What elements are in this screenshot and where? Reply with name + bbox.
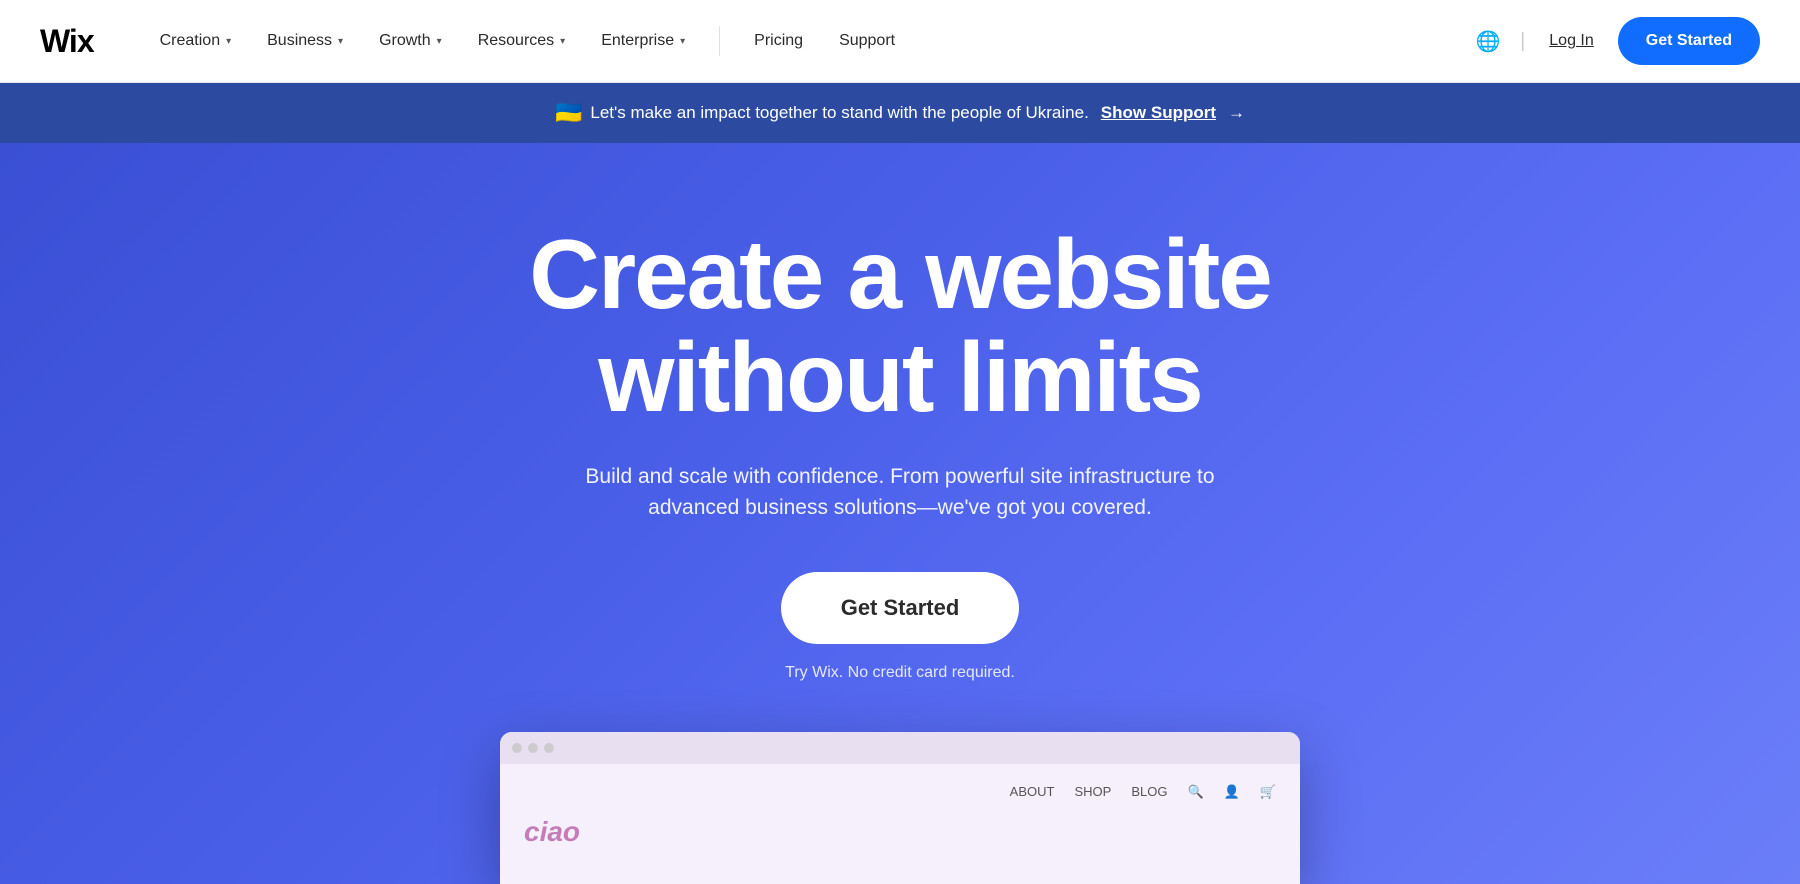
- navbar-right: 🌐 | Log In Get Started: [1472, 17, 1760, 65]
- login-link[interactable]: Log In: [1541, 32, 1601, 50]
- nav-item-enterprise[interactable]: Enterprise ▾: [583, 0, 703, 83]
- nav-item-creation[interactable]: Creation ▾: [142, 0, 250, 83]
- ukraine-banner-text: Let's make an impact together to stand w…: [590, 103, 1088, 123]
- hero-title: Create a website without limits: [529, 223, 1270, 429]
- globe-icon[interactable]: 🌐: [1472, 25, 1504, 57]
- arrow-right-icon: →: [1228, 103, 1245, 123]
- browser-search-icon: 🔍: [1187, 784, 1203, 800]
- nav-item-business[interactable]: Business ▾: [249, 0, 361, 83]
- browser-logo-text: ciao: [524, 816, 580, 848]
- chevron-down-icon: ▾: [680, 36, 685, 47]
- nav-item-support[interactable]: Support: [821, 0, 913, 83]
- browser-nav: ABOUT SHOP BLOG 🔍 👤 🛒: [524, 784, 1276, 800]
- chevron-down-icon: ▾: [560, 36, 565, 47]
- browser-nav-blog: BLOG: [1131, 784, 1167, 800]
- browser-dot-3: [544, 743, 554, 753]
- nav-divider: [719, 26, 720, 56]
- chevron-down-icon: ▾: [437, 36, 442, 47]
- navbar-logo[interactable]: Wix: [40, 23, 94, 60]
- ukraine-flag: 🇺🇦: [555, 100, 582, 126]
- navbar: Wix Creation ▾ Business ▾ Growth ▾ Resou…: [0, 0, 1800, 83]
- browser-content: ABOUT SHOP BLOG 🔍 👤 🛒 ciao: [500, 764, 1300, 884]
- browser-bar: [500, 732, 1300, 764]
- browser-dot-1: [512, 743, 522, 753]
- hero-subtitle: Build and scale with confidence. From po…: [570, 461, 1230, 524]
- hero-section: Create a website without limits Build an…: [0, 143, 1800, 884]
- navbar-nav: Creation ▾ Business ▾ Growth ▾ Resources…: [142, 0, 1472, 83]
- show-support-link[interactable]: Show Support: [1101, 103, 1216, 123]
- hero-cta-button[interactable]: Get Started: [781, 572, 1020, 644]
- browser-nav-about: ABOUT: [1010, 784, 1055, 800]
- browser-logo-area: ciao: [524, 816, 1276, 848]
- wix-logo: Wix: [40, 23, 94, 59]
- get-started-button-nav[interactable]: Get Started: [1618, 17, 1760, 65]
- ukraine-banner: 🇺🇦 Let's make an impact together to stan…: [0, 83, 1800, 143]
- chevron-down-icon: ▾: [338, 36, 343, 47]
- browser-dot-2: [528, 743, 538, 753]
- nav-item-growth[interactable]: Growth ▾: [361, 0, 460, 83]
- nav-item-pricing[interactable]: Pricing: [736, 0, 821, 83]
- nav-separator: |: [1520, 30, 1525, 53]
- browser-nav-shop: SHOP: [1074, 784, 1111, 800]
- hero-cta-sub: Try Wix. No credit card required.: [785, 664, 1015, 682]
- browser-cart-icon: 🛒: [1260, 784, 1276, 800]
- browser-user-icon: 👤: [1224, 784, 1240, 800]
- nav-item-resources[interactable]: Resources ▾: [460, 0, 584, 83]
- chevron-down-icon: ▾: [226, 36, 231, 47]
- mock-browser: ABOUT SHOP BLOG 🔍 👤 🛒 ciao: [500, 732, 1300, 884]
